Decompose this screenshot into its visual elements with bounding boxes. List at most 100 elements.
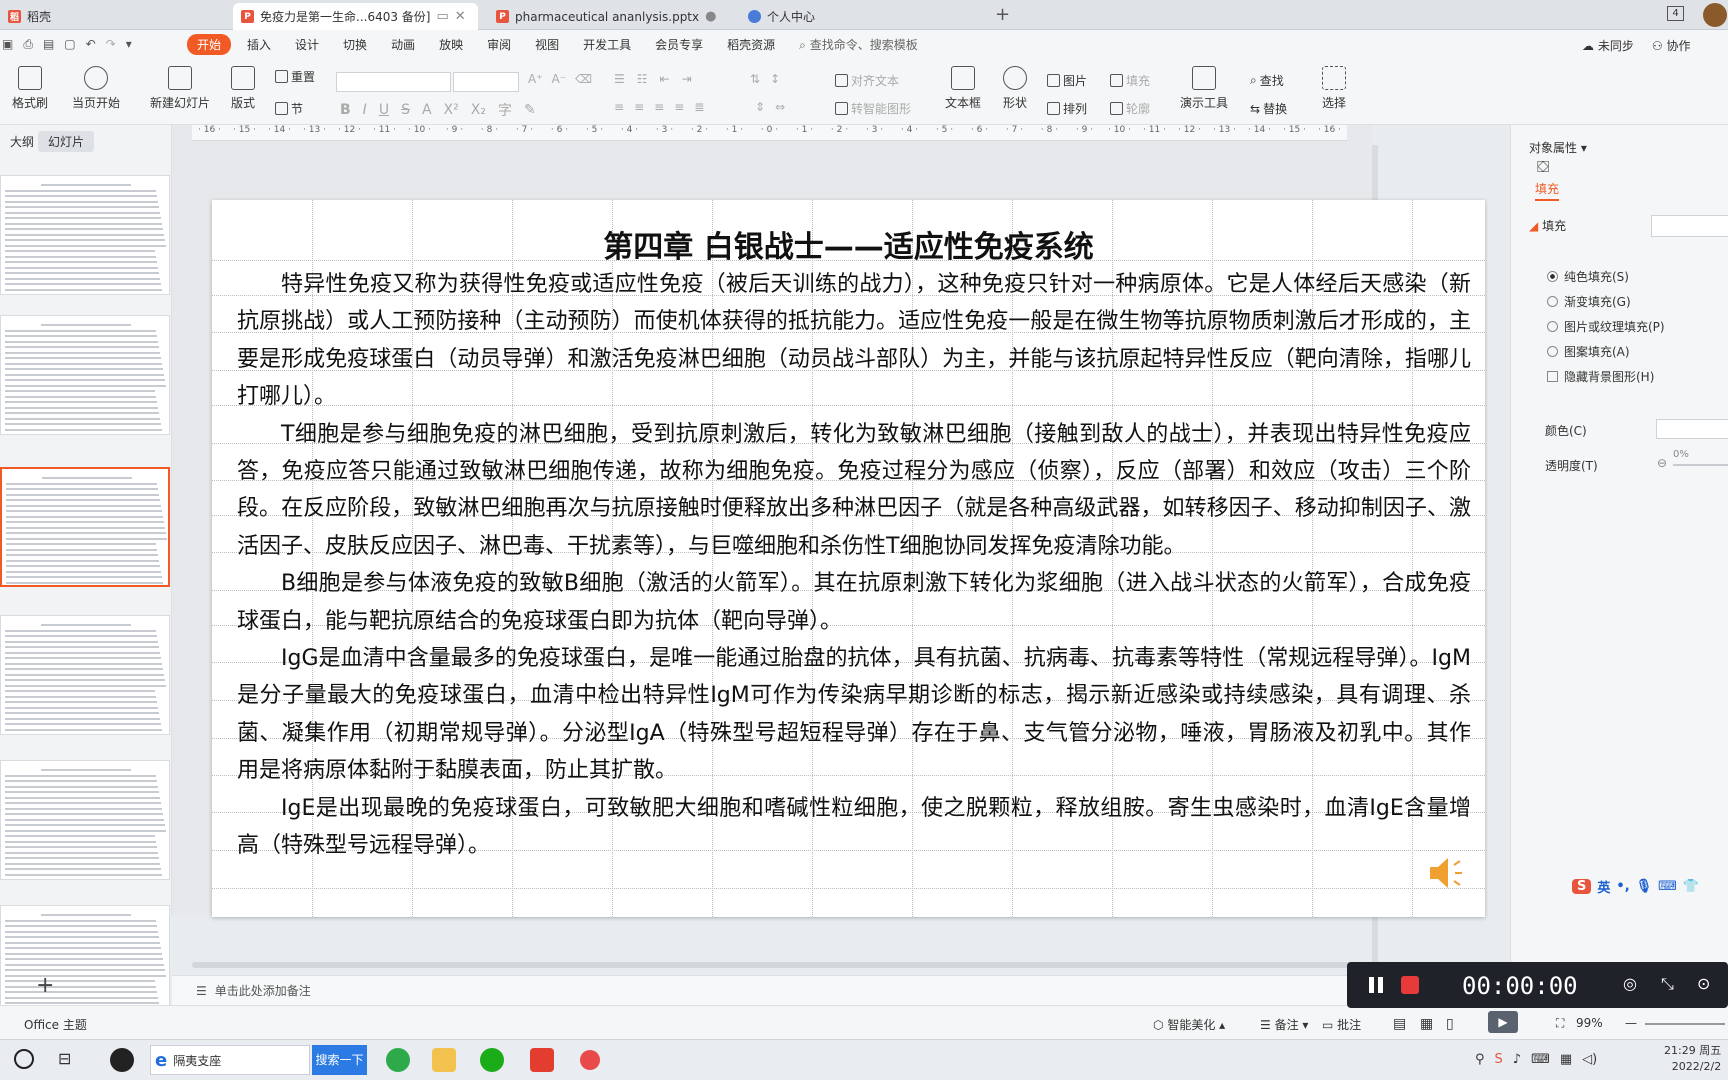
avatar[interactable] xyxy=(1703,3,1727,27)
fill-button[interactable]: 填充 xyxy=(1110,72,1150,89)
taskbar-search-box[interactable]: e 隔夷支座 xyxy=(150,1045,310,1075)
strikethrough-icon[interactable]: S xyxy=(401,102,410,118)
line-spacing-icon[interactable]: ↕ xyxy=(770,72,780,86)
slide-thumbnail[interactable] xyxy=(0,315,170,435)
slide[interactable]: 第四章 白银战士——适应性免疫系统 特异性免疫又称为获得性免疫或适应性免疫（被后… xyxy=(212,200,1485,917)
numbered-list-icon[interactable]: ☷ xyxy=(637,72,648,86)
sync-status[interactable]: ☁ 未同步 xyxy=(1582,37,1634,54)
search-go-button[interactable]: 搜索一下 xyxy=(312,1045,367,1075)
pause-icon[interactable] xyxy=(1369,977,1385,993)
stop-record-icon[interactable] xyxy=(1401,976,1419,994)
zoom-slider[interactable] xyxy=(1645,1023,1725,1025)
print-icon[interactable]: ⎙ xyxy=(23,37,33,52)
phonetic-icon[interactable]: 字 xyxy=(498,100,512,120)
option-gradient-fill[interactable]: 渐变填充(G) xyxy=(1547,293,1631,310)
smart-beautify-button[interactable]: ⬡ 智能美化 ▴ xyxy=(1153,1016,1225,1033)
menu-slideshow[interactable]: 放映 xyxy=(427,36,475,53)
menu-animation[interactable]: 动画 xyxy=(379,36,427,53)
present-tools-button[interactable]: 演示工具 xyxy=(1180,66,1228,111)
find-button[interactable]: ⌕ 查找 xyxy=(1250,72,1284,89)
section-button[interactable]: 节 xyxy=(275,100,303,117)
grow-font-icon[interactable]: A⁺ xyxy=(528,72,543,86)
distribute-icon[interactable]: ≣ xyxy=(694,100,704,114)
comment-button[interactable]: ▭ 批注 xyxy=(1322,1016,1361,1033)
punctuation-icon[interactable]: •, xyxy=(1616,879,1629,894)
close-icon[interactable]: ✕ xyxy=(455,9,466,24)
transparency-slider[interactable] xyxy=(1673,464,1728,466)
slide-sorter-icon[interactable]: ▦ xyxy=(1420,1016,1433,1032)
paint-bucket-icon[interactable]: ⛋ xyxy=(1537,157,1549,177)
zoom-out-icon[interactable]: — xyxy=(1625,1016,1637,1030)
align-left-icon[interactable]: ≡ xyxy=(614,100,624,114)
recorder-app-icon[interactable] xyxy=(580,1050,600,1070)
subscript-icon[interactable]: X₂ xyxy=(471,102,486,118)
sogou-tray-icon[interactable]: S xyxy=(1495,1052,1503,1067)
para-spacing-icon[interactable]: ⇕ xyxy=(755,100,765,114)
slide-thumbnail[interactable] xyxy=(0,615,170,735)
shrink-font-icon[interactable]: A⁻ xyxy=(552,72,567,86)
collab-button[interactable]: ⚇ 协作 xyxy=(1652,37,1691,54)
screenshot-region-icon[interactable]: ◎ xyxy=(1623,974,1637,993)
mic-tray-icon[interactable]: ♪ xyxy=(1513,1052,1521,1067)
notes-toggle-button[interactable]: ☰ 备注 ▾ xyxy=(1260,1016,1308,1033)
skin-icon[interactable]: 👕 xyxy=(1683,879,1699,894)
keyboard-icon[interactable]: ⌨ xyxy=(1658,879,1677,894)
align-text-button[interactable]: 对齐文本 xyxy=(835,72,899,89)
redo-icon[interactable]: ↷ xyxy=(106,37,116,52)
notes-area[interactable]: ☰ 单击此处添加备注 xyxy=(172,975,1372,1005)
textbox-button[interactable]: 文本框 xyxy=(945,66,981,111)
folder-icon[interactable] xyxy=(432,1048,456,1072)
picture-button[interactable]: 图片 xyxy=(1047,72,1087,89)
indent-increase-icon[interactable]: ⇥ xyxy=(682,72,692,86)
fill-tab[interactable]: 填充 xyxy=(1535,180,1560,201)
superscript-icon[interactable]: X² xyxy=(444,102,459,118)
slideshow-play-button[interactable]: ▶ xyxy=(1488,1011,1518,1033)
tab-pharmaceutical[interactable]: P pharmaceutical ananlysis.pptx ● xyxy=(488,3,724,30)
wps-icon[interactable] xyxy=(530,1048,554,1072)
select-button[interactable]: 选择 xyxy=(1322,66,1346,111)
tab-personal-center[interactable]: 个人中心 xyxy=(740,3,823,30)
slide-thumbnail[interactable] xyxy=(0,175,170,295)
smart-shape-button[interactable]: 转智能图形 xyxy=(835,100,911,117)
menu-developer[interactable]: 开发工具 xyxy=(571,36,643,53)
new-slide-button[interactable]: 新建幻灯片 xyxy=(150,66,210,111)
fill-section-header[interactable]: ◢ 填充 xyxy=(1529,217,1566,234)
command-search[interactable]: ⌕ 查找命令、搜索模板 xyxy=(787,36,930,53)
bold-icon[interactable]: B xyxy=(340,102,351,118)
input-tray-icon[interactable]: ⌨ xyxy=(1531,1052,1550,1067)
camera-icon[interactable]: ⊙ xyxy=(1697,974,1710,993)
menu-design[interactable]: 设计 xyxy=(283,36,331,53)
reading-view-icon[interactable]: ▯ xyxy=(1446,1016,1454,1032)
tab-slides[interactable]: 幻灯片 xyxy=(38,131,95,152)
replace-button[interactable]: ⇆ 替换 xyxy=(1250,100,1287,117)
add-slide-plus-icon[interactable]: + xyxy=(36,973,54,998)
transparency-minus-icon[interactable]: ⊖ xyxy=(1657,456,1667,470)
task-view-icon[interactable]: ⊟ xyxy=(58,1049,71,1068)
menu-insert[interactable]: 插入 xyxy=(235,36,283,53)
menu-member[interactable]: 会员专享 xyxy=(643,36,715,53)
sogou-icon[interactable]: S xyxy=(1572,878,1592,894)
fill-type-select[interactable] xyxy=(1651,215,1728,237)
pane-header[interactable]: 对象属性 ▾ xyxy=(1529,139,1587,156)
outline-button[interactable]: 轮廓 xyxy=(1110,100,1150,117)
menu-review[interactable]: 审阅 xyxy=(475,36,523,53)
start-search-icon[interactable] xyxy=(14,1049,34,1069)
zoom-level[interactable]: 99% xyxy=(1576,1016,1603,1030)
clear-format-icon[interactable]: ⌫ xyxy=(575,72,592,86)
ime-lang[interactable]: 英 xyxy=(1597,877,1610,896)
undo-icon[interactable]: ↶ xyxy=(86,37,96,52)
bullet-list-icon[interactable]: ☰ xyxy=(614,72,625,86)
horizontal-scrollbar[interactable] xyxy=(192,962,1372,968)
clock[interactable]: 21:29 周五 2022/2/2 xyxy=(1664,1043,1721,1075)
font-size-select[interactable] xyxy=(453,72,519,92)
menu-home[interactable]: 开始 xyxy=(187,34,232,55)
normal-view-icon[interactable]: ▤ xyxy=(1393,1016,1406,1032)
menu-transition[interactable]: 切换 xyxy=(331,36,379,53)
speaker-icon[interactable] xyxy=(1428,853,1468,893)
option-picture-fill[interactable]: 图片或纹理填充(P) xyxy=(1547,318,1665,335)
monitor-icon[interactable]: ▭ xyxy=(436,9,448,24)
ime-tray-icon[interactable]: ⚲ xyxy=(1475,1052,1485,1067)
preview-icon[interactable]: ▢ xyxy=(64,37,75,52)
italic-icon[interactable]: I xyxy=(363,102,367,118)
browser-icon[interactable] xyxy=(386,1048,410,1072)
